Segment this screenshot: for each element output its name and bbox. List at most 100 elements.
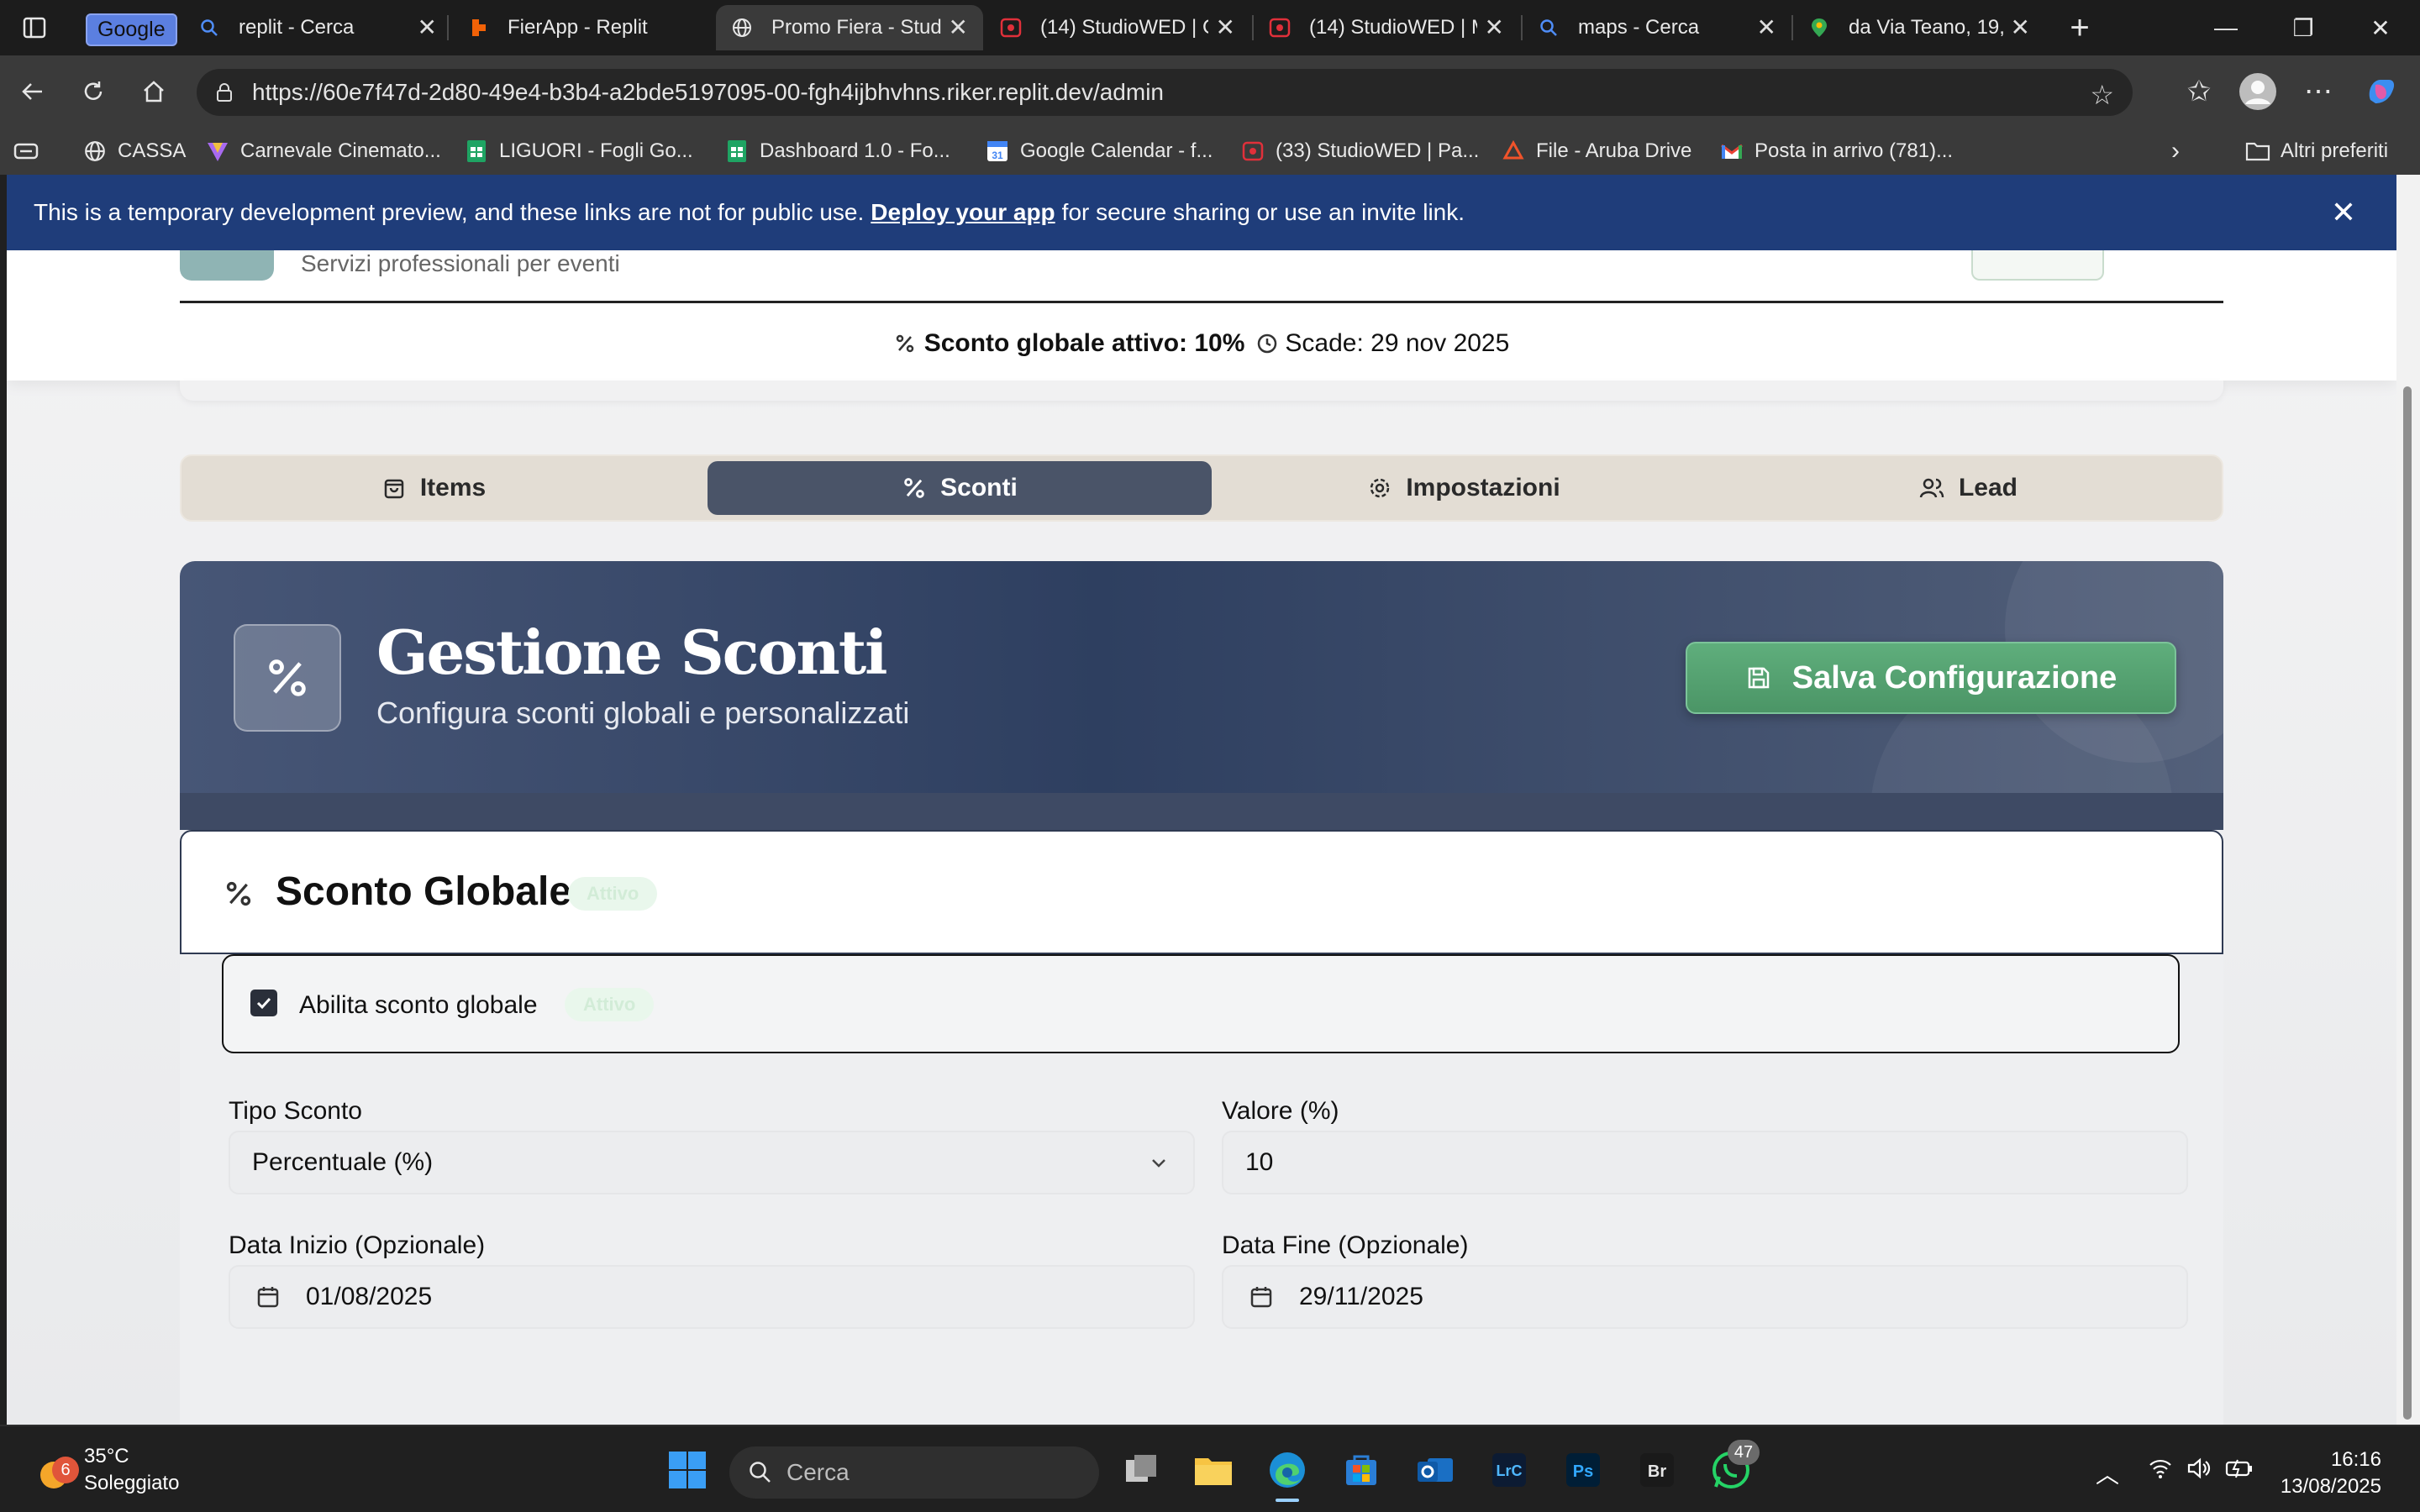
dev-preview-banner: This is a temporary development preview,… — [7, 175, 2396, 250]
battery-icon[interactable] — [2225, 1457, 2254, 1480]
tab-actions-icon[interactable] — [13, 134, 39, 168]
end-date-field[interactable]: 29/11/2025 — [1222, 1265, 2188, 1329]
scrollbar-thumb[interactable] — [2403, 386, 2412, 1420]
copilot-icon[interactable] — [2360, 71, 2402, 113]
discount-type-label: Tipo Sconto — [229, 1097, 362, 1125]
end-date-value: 29/11/2025 — [1299, 1283, 1423, 1310]
fav-item-dashboard[interactable]: Dashboard 1.0 - Fo... — [724, 134, 950, 168]
restore-icon[interactable]: ❐ — [2265, 0, 2341, 55]
start-date-field[interactable]: 01/08/2025 — [229, 1265, 1195, 1329]
fav-item-calendar[interactable]: 31 Google Calendar - f... — [985, 134, 1213, 168]
fav-item-studiowed[interactable]: (33) StudioWED | Pa... — [1240, 134, 1479, 168]
chevron-up-icon[interactable]: ︿ — [2096, 1457, 2119, 1490]
back-icon[interactable] — [12, 71, 54, 113]
fav-label: CASSA — [118, 139, 187, 162]
start-button[interactable] — [662, 1445, 713, 1495]
fav-item-cassa[interactable]: CASSA — [82, 134, 186, 168]
percent-icon — [894, 333, 916, 354]
tab-title: FierApp - Replit — [508, 16, 648, 39]
more-menu-icon[interactable]: ⋯ — [2297, 71, 2339, 113]
tab-label: Lead — [1958, 474, 2018, 501]
profile-avatar[interactable] — [2237, 71, 2279, 113]
new-tab-icon[interactable]: + — [2050, 0, 2109, 55]
close-tab-icon[interactable]: ✕ — [1216, 16, 1235, 39]
global-discount-section: Sconto Globale Attivo Abilita sconto glo… — [180, 830, 2223, 1425]
close-banner-icon[interactable]: ✕ — [2331, 195, 2356, 230]
google-badge[interactable]: Google — [86, 13, 177, 46]
maps-icon — [1808, 17, 1830, 39]
taskbar-search[interactable]: Cerca — [729, 1446, 1099, 1499]
system-clock[interactable]: 16:16 13/08/2025 — [2281, 1446, 2381, 1500]
other-favorites[interactable]: Altri preferiti — [2245, 134, 2388, 168]
search-placeholder: Cerca — [786, 1459, 850, 1485]
speaker-icon[interactable] — [2186, 1457, 2212, 1480]
bridge-icon[interactable]: Br — [1632, 1445, 1682, 1495]
banner-text-after: for secure sharing or use an invite link… — [1061, 199, 1465, 225]
close-window-icon[interactable]: ✕ — [2343, 0, 2418, 55]
tab-studiowed-1[interactable]: (14) StudioWED | C ✕ — [985, 5, 1250, 50]
close-tab-icon[interactable]: ✕ — [1757, 16, 1776, 39]
close-tab-icon[interactable]: ✕ — [949, 16, 968, 39]
fav-label: Dashboard 1.0 - Fo... — [760, 139, 950, 162]
favorites-icon[interactable]: ✩ — [2178, 71, 2220, 113]
outlook-icon[interactable] — [1410, 1445, 1460, 1495]
studiowed-icon — [1000, 17, 1022, 39]
tab-separator — [447, 15, 449, 40]
task-view-icon[interactable] — [1116, 1445, 1166, 1495]
tab-promo-fiera[interactable]: Promo Fiera - Stud ✕ — [716, 5, 983, 50]
refresh-icon[interactable] — [72, 71, 114, 113]
discount-value-label: Valore (%) — [1222, 1097, 1339, 1125]
fav-label: Altri preferiti — [2281, 139, 2389, 162]
save-configuration-button[interactable]: Salva Configurazione — [1686, 642, 2176, 714]
home-icon[interactable] — [133, 71, 175, 113]
fav-item-gmail[interactable]: Posta in arrivo (781)... — [1719, 134, 1953, 168]
tab-maps-cerca[interactable]: maps - Cerca ✕ — [1523, 5, 1791, 50]
enable-discount-checkbox[interactable] — [250, 990, 277, 1016]
photoshop-icon[interactable]: Ps — [1558, 1445, 1608, 1495]
weather-desc: Soleggiato — [84, 1472, 180, 1494]
deploy-link[interactable]: Deploy your app — [871, 199, 1055, 226]
site-info-icon[interactable] — [213, 81, 235, 103]
fav-item-liguori[interactable]: LIGUORI - Fogli Go... — [464, 134, 693, 168]
tab-replit-cerca[interactable]: replit - Cerca ✕ — [183, 5, 452, 50]
tab-sconti[interactable]: Sconti — [708, 461, 1212, 515]
tab-maps-directions[interactable]: da Via Teano, 19, 8 ✕ — [1793, 5, 2045, 50]
tab-impostazioni[interactable]: Impostazioni — [1212, 461, 1716, 515]
header-divider — [180, 301, 2223, 303]
fav-label: File - Aruba Drive — [1536, 139, 1692, 162]
expiry-label: Scade: 29 nov 2025 — [1285, 329, 1510, 357]
tab-studiowed-2[interactable]: (14) StudioWED | M ✕ — [1254, 5, 1519, 50]
discount-type-select[interactable]: Percentuale (%) — [229, 1131, 1195, 1194]
percent-icon — [234, 624, 341, 732]
fav-item-aruba[interactable]: File - Aruba Drive — [1501, 134, 1691, 168]
discount-hero: Gestione Sconti Configura sconti globali… — [180, 561, 2223, 793]
studiowed-icon — [1240, 139, 1265, 164]
discount-value-input[interactable]: 10 — [1222, 1131, 2188, 1194]
wifi-icon[interactable] — [2148, 1457, 2173, 1480]
start-date-label: Data Inizio (Opzionale) — [229, 1231, 486, 1259]
chevron-right-icon[interactable]: › — [2171, 134, 2180, 168]
tab-title: Promo Fiera - Stud — [771, 16, 941, 39]
studiowed-icon — [1269, 17, 1291, 39]
close-tab-icon[interactable]: ✕ — [418, 16, 437, 39]
tab-lead[interactable]: Lead — [1716, 461, 2220, 515]
close-tab-icon[interactable]: ✕ — [1485, 16, 1504, 39]
save-label: Salva Configurazione — [1791, 659, 2118, 696]
favorite-star-icon[interactable]: ☆ — [2090, 79, 2114, 111]
file-explorer-icon[interactable] — [1188, 1445, 1239, 1495]
tab-items[interactable]: Items — [182, 461, 686, 515]
discount-type-value: Percentuale (%) — [252, 1148, 434, 1176]
calendar-icon — [1249, 1284, 1274, 1310]
store-icon[interactable] — [1336, 1445, 1386, 1495]
address-bar[interactable]: https://60e7f47d-2d80-49e4-b3b4-a2bde519… — [197, 69, 2133, 116]
tab-fierapp-replit[interactable]: FierApp - Replit — [452, 5, 718, 50]
start-date-value: 01/08/2025 — [306, 1283, 433, 1310]
fav-item-carnevale[interactable]: Carnevale Cinemato... — [205, 134, 441, 168]
sidebar-toggle-icon[interactable] — [13, 7, 55, 49]
minimize-icon[interactable]: — — [2188, 0, 2264, 55]
close-tab-icon[interactable]: ✕ — [2011, 16, 2030, 39]
lightroom-icon[interactable]: LrC — [1484, 1445, 1534, 1495]
gear-icon — [1367, 475, 1392, 501]
users-icon — [1918, 475, 1945, 501]
edge-icon[interactable] — [1262, 1445, 1313, 1495]
